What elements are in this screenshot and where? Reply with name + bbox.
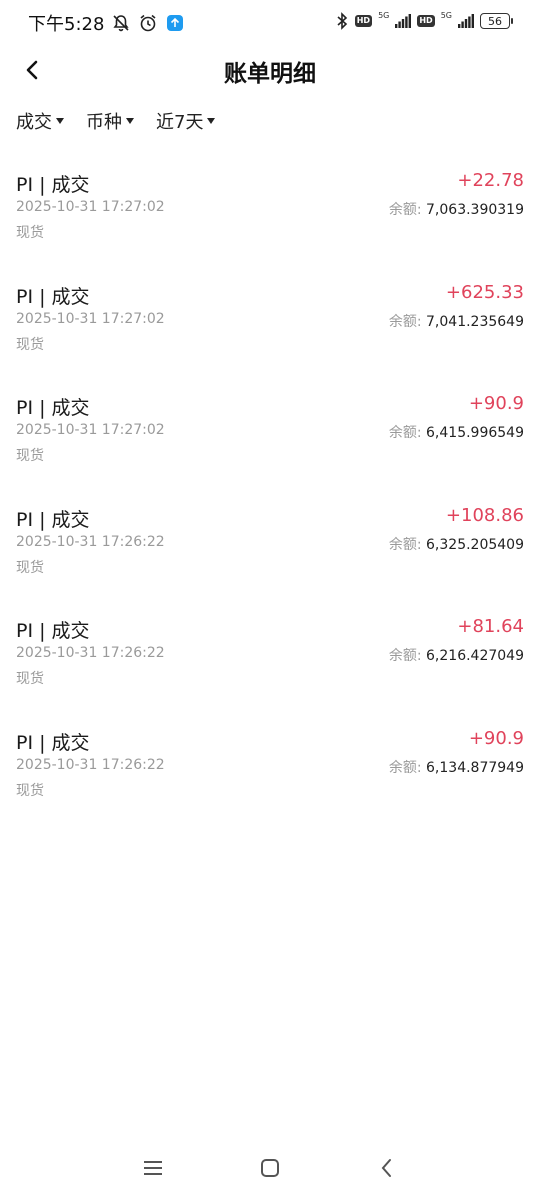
header: 账单明细 — [0, 44, 540, 96]
menu-icon — [144, 1161, 162, 1175]
battery-icon: 56 — [480, 13, 513, 29]
record-time: 2025-10-31 17:26:22 — [16, 756, 165, 773]
balance-label: 余额: — [388, 648, 422, 664]
filter-trade-type[interactable]: 成交 — [16, 108, 64, 134]
list-item[interactable]: PI | 成交 2025-10-31 17:26:22 现货 +90.9 余额:… — [0, 716, 540, 828]
record-balance: 余额: 7,063.390319 — [389, 199, 524, 219]
balance-label: 余额: — [388, 313, 422, 330]
record-type: 现货 — [16, 448, 44, 464]
record-title: PI | 成交 — [16, 397, 90, 419]
list-item[interactable]: PI | 成交 2025-10-31 17:26:22 现货 +81.64 余额… — [0, 604, 540, 716]
home-square-icon — [261, 1159, 279, 1177]
record-amount: +90.9 — [468, 727, 524, 749]
balance-label: 余额: — [388, 202, 422, 218]
back-chevron-icon — [381, 1159, 391, 1177]
record-amount: +81.64 — [457, 616, 524, 637]
record-title: PI | 成交 — [16, 508, 90, 531]
record-title: PI | 成交 — [16, 620, 90, 642]
status-time: 下午5:28 — [28, 14, 105, 35]
record-type: 现货 — [16, 671, 44, 687]
system-nav-bar — [0, 1145, 540, 1189]
record-time: 2025-10-31 17:27:02 — [16, 422, 165, 438]
balance-label: 余额: — [388, 536, 422, 553]
list-item[interactable]: PI | 成交 2025-10-31 17:27:02 现货 +625.33 余… — [0, 270, 540, 382]
network-label: 5G — [440, 10, 452, 20]
record-balance: 余额: 6,216.427049 — [389, 645, 524, 665]
bluetooth-icon — [335, 12, 349, 30]
record-type: 现货 — [16, 336, 44, 353]
hd-badge: HD — [417, 15, 435, 27]
network-label: 5G — [378, 10, 390, 20]
filter-label: 币种 — [86, 112, 122, 133]
record-balance: 余额: 6,134.877949 — [389, 757, 524, 777]
upload-app-icon — [166, 14, 184, 32]
filter-date-range[interactable]: 近7天 — [156, 108, 216, 134]
filter-currency[interactable]: 币种 — [86, 108, 134, 134]
caret-down-icon — [207, 118, 216, 124]
filter-label: 近7天 — [156, 112, 204, 133]
record-amount: +22.78 — [457, 170, 524, 191]
signal-icon — [458, 14, 474, 28]
alarm-icon — [138, 13, 158, 33]
balance-value: 6,134.877949 — [426, 759, 524, 776]
status-left: 下午5:28 — [28, 10, 184, 36]
record-balance: 余额: 7,041.235649 — [389, 311, 524, 331]
record-balance: 余额: 6,325.205409 — [389, 534, 524, 554]
record-amount: +625.33 — [445, 281, 524, 303]
record-type: 现货 — [16, 225, 44, 241]
record-type: 现货 — [16, 559, 44, 576]
page-title: 账单明细 — [224, 61, 316, 87]
list-item[interactable]: PI | 成交 2025-10-31 17:27:02 现货 +22.78 余额… — [0, 158, 540, 270]
signal-icon — [395, 14, 412, 28]
record-balance: 余额: 6,415.996549 — [389, 422, 524, 442]
bell-off-icon — [112, 14, 130, 32]
balance-value: 6,216.427049 — [426, 648, 524, 664]
balance-label: 余额: — [388, 759, 422, 776]
balance-label: 余额: — [388, 425, 422, 441]
list-item[interactable]: PI | 成交 2025-10-31 17:26:22 现货 +108.86 余… — [0, 493, 540, 605]
caret-down-icon — [56, 118, 64, 124]
record-title: PI | 成交 — [16, 174, 90, 196]
hd-badge: HD — [354, 15, 373, 27]
record-type: 现货 — [16, 782, 44, 799]
system-back-button[interactable] — [372, 1153, 402, 1183]
balance-value: 7,063.390319 — [426, 202, 524, 218]
bill-list: PI | 成交 2025-10-31 17:27:02 现货 +22.78 余额… — [0, 158, 540, 827]
status-right: HD 5G HD 5G 56 — [335, 10, 513, 30]
record-time: 2025-10-31 17:26:22 — [16, 533, 165, 550]
menu-button[interactable] — [138, 1153, 168, 1183]
home-button[interactable] — [255, 1153, 285, 1183]
battery-level: 56 — [488, 14, 502, 28]
balance-value: 6,415.996549 — [426, 425, 524, 441]
record-amount: +90.9 — [468, 393, 524, 414]
balance-value: 7,041.235649 — [426, 313, 524, 330]
record-title: PI | 成交 — [16, 285, 90, 308]
record-time: 2025-10-31 17:27:02 — [16, 310, 165, 327]
caret-down-icon — [126, 118, 134, 124]
record-time: 2025-10-31 17:27:02 — [16, 199, 165, 215]
balance-value: 6,325.205409 — [426, 536, 524, 553]
record-time: 2025-10-31 17:26:22 — [16, 645, 165, 661]
filter-label: 成交 — [16, 112, 52, 133]
list-item[interactable]: PI | 成交 2025-10-31 17:27:02 现货 +90.9 余额:… — [0, 381, 540, 493]
record-title: PI | 成交 — [16, 731, 90, 754]
filter-bar: 成交 币种 近7天 — [16, 108, 216, 134]
record-amount: +108.86 — [445, 504, 524, 526]
status-bar: 下午5:28 HD 5G HD 5G 56 — [0, 0, 540, 44]
